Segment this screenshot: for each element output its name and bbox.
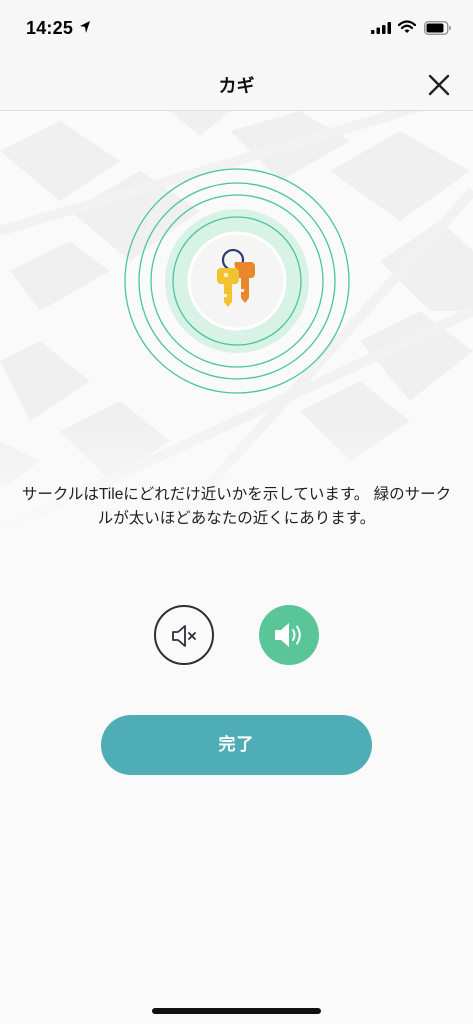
home-indicator <box>152 1008 321 1014</box>
location-arrow-icon <box>80 21 90 33</box>
status-bar: 14:25 <box>0 0 473 58</box>
proximity-hint-text: サークルはTileにどれだけ近いかを示しています。 緑のサークルが太いほどあなた… <box>21 486 452 527</box>
mute-button[interactable] <box>154 605 214 665</box>
close-icon <box>428 74 450 96</box>
keys-icon <box>217 248 255 307</box>
page-title: カギ <box>218 76 255 96</box>
wifi-icon <box>398 20 416 33</box>
status-time: 14:25 <box>26 18 74 38</box>
close-button[interactable] <box>424 70 454 100</box>
done-button[interactable]: 完了 <box>101 715 372 775</box>
speaker-muted-icon <box>172 625 196 647</box>
navigation-bar: カギ <box>0 58 473 111</box>
cellular-signal-icon <box>371 22 391 34</box>
sound-on-button[interactable] <box>259 605 319 665</box>
battery-icon <box>424 21 451 35</box>
speaker-on-icon <box>275 623 301 647</box>
